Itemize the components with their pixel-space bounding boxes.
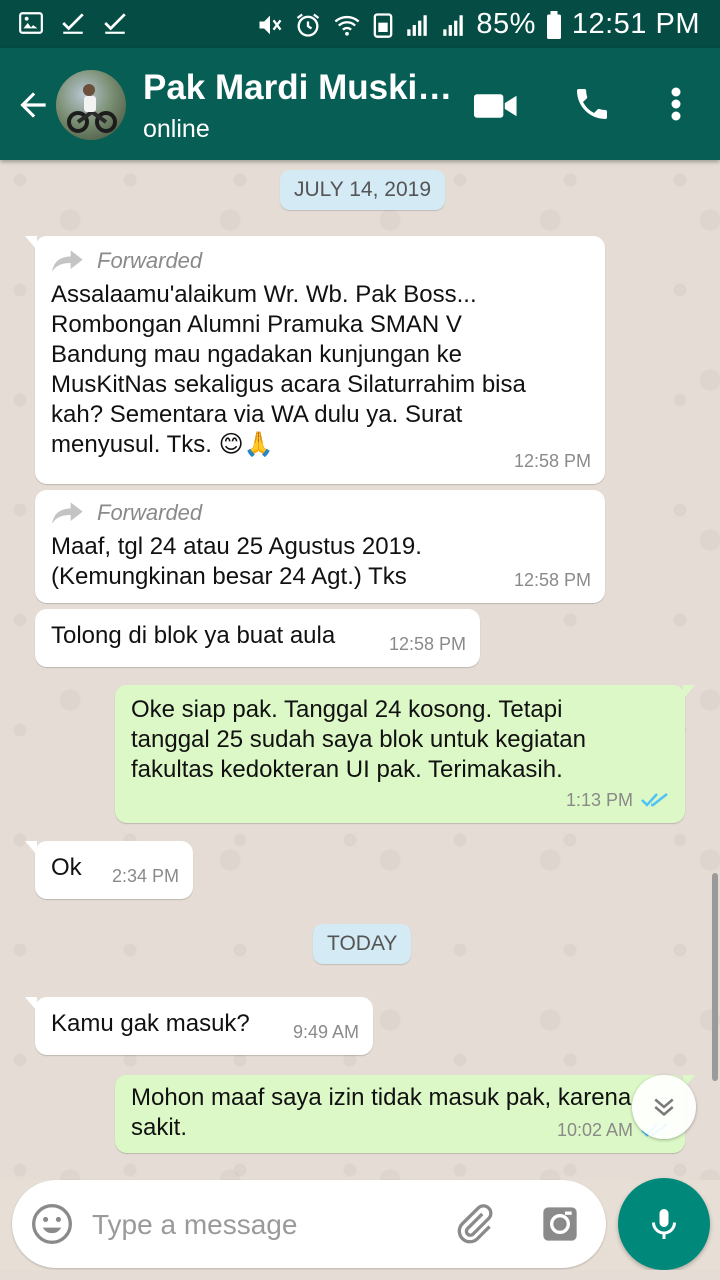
data-icon [373, 12, 393, 38]
message-time: 9:49 AM [293, 1017, 359, 1047]
scrollbar[interactable] [712, 873, 718, 1081]
date-chip: JULY 14, 2019 [280, 170, 445, 210]
message-text: Assalaamu'alaikum Wr. Wb. Pak Boss... Ro… [51, 281, 526, 458]
alarm-icon [297, 13, 320, 37]
signal-icon [407, 14, 428, 36]
bubble-tail [25, 236, 37, 250]
battery-percent: 85% [476, 8, 536, 40]
bubble-tail [683, 685, 695, 699]
message-composer [12, 1180, 606, 1268]
message-time: 12:58 PM [514, 446, 591, 476]
message-time: 12:58 PM [514, 565, 591, 595]
message-time-text: 12:58 PM [388, 634, 466, 654]
wifi-icon [334, 15, 360, 36]
bubble-tail [25, 841, 37, 855]
chat-header: Pak Mardi Muski… online [0, 48, 720, 160]
message-text: Oke siap pak. Tanggal 24 kosong. Tetapi … [131, 696, 587, 783]
mic-icon [652, 1209, 676, 1239]
back-arrow-icon[interactable] [14, 86, 52, 124]
message-time: 2:34 PM [112, 861, 179, 891]
message-time-text: 9:49 AM [292, 1022, 359, 1042]
message-time-text: 10:02 AM [556, 1120, 633, 1140]
mic-button[interactable] [618, 1178, 710, 1270]
message-text: Maaf, tgl 24 atau 25 Agustus 2019. (Kemu… [51, 533, 422, 590]
message-bubble-outgoing[interactable]: Mohon maaf saya izin tidak masuk pak, ka… [115, 1075, 695, 1153]
message-time-text: 12:58 PM [513, 451, 591, 471]
clock: 12:51 PM [571, 8, 700, 40]
message-bubble-outgoing[interactable]: Oke siap pak. Tanggal 24 kosong. Tetapi … [115, 685, 695, 823]
status-bar: 85% 12:51 PM [0, 0, 720, 48]
message-bubble-incoming[interactable]: Forwarded Maaf, tgl 24 atau 25 Agustus 2… [35, 490, 605, 603]
message-time: 1:13 PM [566, 785, 671, 815]
read-ticks-icon [641, 793, 668, 807]
mute-icon [259, 15, 282, 34]
check-icon [62, 13, 84, 34]
chat-area[interactable]: JULY 14, 2019 Forwarded Assalaamu'alaiku… [0, 160, 720, 1180]
check-icon [104, 13, 126, 34]
contact-name[interactable]: Pak Mardi Muski… [143, 68, 452, 108]
scroll-to-bottom-button[interactable] [632, 1075, 696, 1139]
forwarded-label: Forwarded [51, 246, 589, 276]
message-time-text: 1:13 PM [565, 790, 633, 810]
message-time-text: 2:34 PM [111, 866, 179, 886]
forwarded-text: Forwarded [97, 248, 203, 273]
attach-icon[interactable] [452, 1202, 496, 1246]
forwarded-text: Forwarded [97, 500, 203, 525]
double-chevron-down-icon [654, 1098, 674, 1117]
bottom-strip [0, 1270, 720, 1280]
contact-status: online [143, 115, 210, 143]
avatar[interactable] [56, 70, 126, 140]
video-call-icon[interactable] [474, 90, 518, 122]
more-vert-icon[interactable] [664, 86, 688, 122]
phone-icon[interactable] [572, 84, 612, 124]
camera-icon[interactable] [540, 1204, 580, 1244]
message-time-text: 12:58 PM [513, 570, 591, 590]
message-bubble-incoming[interactable]: Ok 2:34 PM [25, 841, 193, 899]
forwarded-label: Forwarded [51, 498, 589, 528]
message-input[interactable] [90, 1198, 434, 1252]
message-time: 12:58 PM [389, 629, 466, 659]
forward-icon [52, 250, 83, 272]
forward-icon [52, 502, 83, 524]
message-bubble-incoming[interactable]: Kamu gak masuk? 9:49 AM [25, 997, 373, 1055]
bubble-tail [25, 997, 37, 1011]
battery-icon [546, 10, 561, 39]
message-bubble-incoming[interactable]: Tolong di blok ya buat aula 12:58 PM [35, 609, 480, 667]
avatar-photo [67, 84, 117, 133]
emoji-icon[interactable] [30, 1202, 74, 1246]
gallery-icon [19, 12, 43, 34]
date-chip: TODAY [313, 924, 412, 964]
signal-icon [443, 14, 464, 36]
message-bubble-incoming[interactable]: Forwarded Assalaamu'alaikum Wr. Wb. Pak … [25, 236, 605, 484]
